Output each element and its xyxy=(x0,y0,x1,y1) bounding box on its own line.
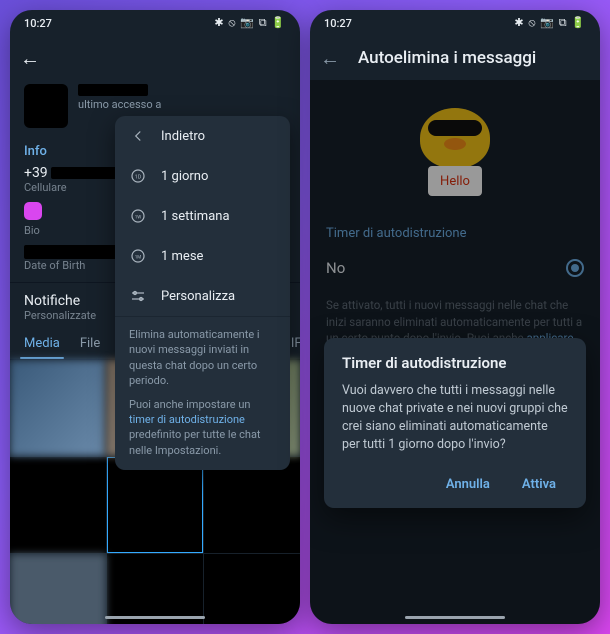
header: ← Autoelimina i messaggi xyxy=(310,36,600,80)
menu-footer-2b: predefinito per tutte le chat nelle Impo… xyxy=(129,428,261,456)
svg-text:1W: 1W xyxy=(135,214,142,220)
status-bar: 10:27 ✱ ⦸ 📷 ⧉ 🔋 xyxy=(310,10,600,36)
back-icon[interactable]: ← xyxy=(20,46,40,71)
dialog-title: Timer di autodistruzione xyxy=(342,354,568,372)
phone-redacted xyxy=(51,167,121,179)
menu-custom-label: Personalizza xyxy=(161,289,235,304)
status-bar: 10:27 ✱ ⦸ 📷 ⧉ 🔋 xyxy=(10,10,300,36)
media-thumb[interactable] xyxy=(10,554,106,624)
media-thumb[interactable] xyxy=(10,360,106,456)
menu-footer-1: Elimina automaticamente i nuovi messaggi… xyxy=(129,327,276,389)
dialog-body: Vuoi davvero che tutti i messaggi nelle … xyxy=(342,382,568,455)
notifications-label: Notifiche xyxy=(24,293,80,309)
back-arrow-icon xyxy=(129,127,147,145)
menu-back[interactable]: Indietro xyxy=(115,116,290,156)
menu-1day-label: 1 giorno xyxy=(161,169,208,184)
status-icons: ✱ ⦸ 📷 ⧉ 🔋 xyxy=(214,16,286,30)
media-thumb[interactable] xyxy=(10,457,106,553)
bio-icon xyxy=(24,202,42,220)
page-title: Autoelimina i messaggi xyxy=(358,48,536,68)
phone-left: 10:27 ✱ ⦸ 📷 ⧉ 🔋 ← ultimo accesso a Info … xyxy=(10,10,300,624)
cancel-button[interactable]: Annulla xyxy=(434,469,502,500)
menu-footer: Elimina automaticamente i nuovi messaggi… xyxy=(115,316,290,470)
svg-text:1M: 1M xyxy=(135,254,142,260)
menu-footer-link[interactable]: timer di autodistruzione xyxy=(129,413,245,426)
contact-name-redacted xyxy=(78,84,148,96)
clock: 10:27 xyxy=(24,17,52,30)
menu-1week[interactable]: 1W 1 settimana xyxy=(115,196,290,236)
menu-1month[interactable]: 1M 1 mese xyxy=(115,236,290,276)
status-icons: ✱ ⦸ 📷 ⧉ 🔋 xyxy=(514,16,586,30)
home-indicator[interactable] xyxy=(405,616,505,619)
media-thumb[interactable] xyxy=(107,457,203,553)
menu-custom[interactable]: Personalizza xyxy=(115,276,290,316)
home-indicator[interactable] xyxy=(105,616,205,619)
clock-1d-icon: 1D xyxy=(129,167,147,185)
autodelete-menu: Indietro 1D 1 giorno 1W 1 settimana 1M 1… xyxy=(115,116,290,470)
clock-1m-icon: 1M xyxy=(129,247,147,265)
media-thumb[interactable] xyxy=(204,554,300,624)
svg-text:1D: 1D xyxy=(135,174,142,180)
menu-footer-2a: Puoi anche impostare un xyxy=(129,398,250,411)
menu-1month-label: 1 mese xyxy=(161,249,203,264)
menu-1day[interactable]: 1D 1 giorno xyxy=(115,156,290,196)
menu-back-label: Indietro xyxy=(161,129,205,144)
media-thumb[interactable] xyxy=(107,554,203,624)
tab-file[interactable]: File xyxy=(70,326,110,359)
clock-1w-icon: 1W xyxy=(129,207,147,225)
tab-media[interactable]: Media xyxy=(14,326,70,359)
phone-prefix: +39 xyxy=(24,165,48,181)
activate-button[interactable]: Attiva xyxy=(510,469,568,500)
media-thumb[interactable] xyxy=(204,457,300,553)
sliders-icon xyxy=(129,287,147,305)
confirm-dialog: Timer di autodistruzione Vuoi davvero ch… xyxy=(324,338,586,508)
last-seen-label: ultimo accesso a xyxy=(78,98,161,111)
phone-right: 10:27 ✱ ⦸ 📷 ⧉ 🔋 ← Autoelimina i messaggi… xyxy=(310,10,600,624)
back-icon[interactable]: ← xyxy=(320,46,340,71)
clock: 10:27 xyxy=(324,17,352,30)
header: ← xyxy=(10,36,300,80)
avatar[interactable] xyxy=(24,84,68,128)
menu-1week-label: 1 settimana xyxy=(161,209,230,224)
